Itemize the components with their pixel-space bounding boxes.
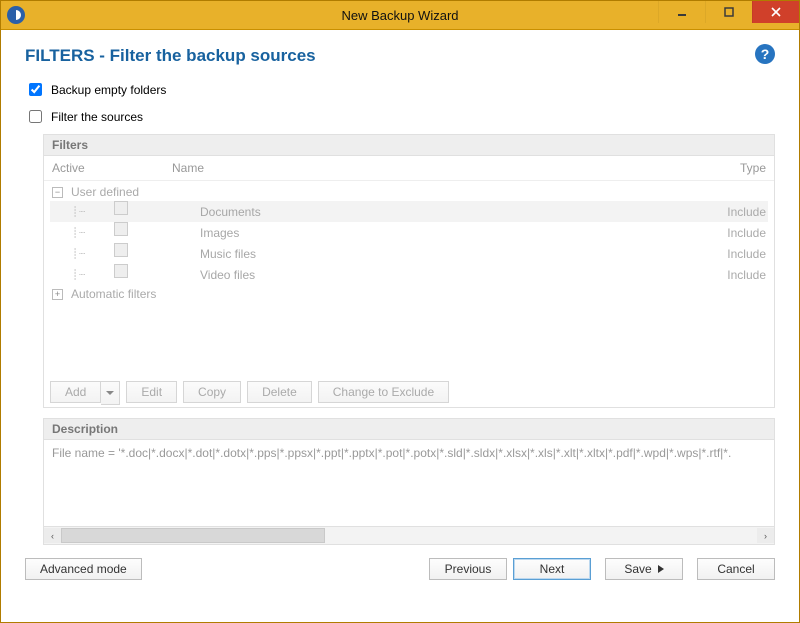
description-section-title: Description	[43, 418, 775, 439]
tree-connector-icon: ┊┈	[72, 204, 114, 222]
filters-header-row: Active Name Type	[44, 156, 774, 181]
group-automatic-filters-label: Automatic filters	[71, 285, 156, 303]
filter-row-video[interactable]: ┊┈ Video files Include	[50, 264, 768, 285]
filter-type: Include	[711, 266, 766, 284]
filter-the-sources-label: Filter the sources	[51, 110, 143, 124]
backup-empty-folders-input[interactable]	[29, 83, 42, 96]
chevron-down-icon	[106, 389, 114, 397]
group-user-defined[interactable]: − User defined	[50, 183, 768, 201]
page-heading: FILTERS - Filter the backup sources	[25, 46, 775, 66]
add-button-label: Add	[50, 381, 101, 403]
filter-type: Include	[711, 224, 766, 242]
minimize-button[interactable]	[658, 1, 705, 23]
next-button[interactable]: Next	[513, 558, 591, 580]
description-text: File name = '*.doc|*.docx|*.dot|*.dotx|*…	[52, 446, 731, 460]
row-checkbox[interactable]	[114, 264, 128, 278]
chevron-right-icon	[658, 565, 664, 573]
add-button[interactable]: Add	[50, 381, 120, 405]
column-active: Active	[52, 161, 172, 175]
filter-type: Include	[711, 245, 766, 263]
filter-the-sources-checkbox[interactable]: Filter the sources	[25, 107, 775, 126]
title-bar: New Backup Wizard	[1, 1, 799, 30]
row-checkbox[interactable]	[114, 201, 128, 215]
maximize-icon	[724, 7, 734, 17]
close-button[interactable]	[752, 1, 799, 23]
description-h-scrollbar[interactable]: ‹ ›	[43, 527, 775, 545]
group-user-defined-label: User defined	[71, 183, 139, 201]
client-area: ? FILTERS - Filter the backup sources Ba…	[1, 30, 799, 622]
column-type: Type	[716, 161, 766, 175]
filters-tree[interactable]: − User defined ┊┈ Documents Include ┊┈ I…	[44, 181, 774, 373]
save-button[interactable]: Save	[605, 558, 683, 580]
filters-section-title: Filters	[43, 134, 775, 155]
edit-button[interactable]: Edit	[126, 381, 177, 403]
expand-icon[interactable]: +	[52, 289, 63, 300]
close-icon	[771, 7, 781, 17]
save-button-label: Save	[624, 559, 651, 579]
scroll-track[interactable]	[61, 528, 757, 543]
scroll-left-button[interactable]: ‹	[44, 528, 61, 543]
filter-name: Video files	[132, 266, 707, 284]
window: New Backup Wizard ? FILTERS - Filter the…	[0, 0, 800, 623]
tree-connector-icon: ┊┈	[72, 246, 114, 264]
cancel-button[interactable]: Cancel	[697, 558, 775, 580]
backup-empty-folders-label: Backup empty folders	[51, 83, 166, 97]
group-automatic-filters[interactable]: + Automatic filters	[50, 285, 768, 303]
copy-button[interactable]: Copy	[183, 381, 241, 403]
wizard-footer: Advanced mode Previous Next Save Cancel	[25, 545, 775, 580]
change-to-exclude-button[interactable]: Change to Exclude	[318, 381, 449, 403]
row-checkbox[interactable]	[114, 222, 128, 236]
description-box: File name = '*.doc|*.docx|*.dot|*.dotx|*…	[43, 439, 775, 527]
filter-name: Music files	[132, 245, 707, 263]
help-button[interactable]: ?	[755, 44, 775, 64]
maximize-button[interactable]	[705, 1, 752, 23]
filter-type: Include	[711, 203, 766, 221]
minimize-icon	[677, 7, 687, 17]
filter-row-documents[interactable]: ┊┈ Documents Include	[50, 201, 768, 222]
backup-empty-folders-checkbox[interactable]: Backup empty folders	[25, 80, 775, 99]
previous-button[interactable]: Previous	[429, 558, 507, 580]
scroll-right-button[interactable]: ›	[757, 528, 774, 543]
delete-button[interactable]: Delete	[247, 381, 312, 403]
filters-panel: Active Name Type − User defined ┊┈ Docum…	[43, 155, 775, 408]
collapse-icon[interactable]: −	[52, 187, 63, 198]
column-name: Name	[172, 161, 716, 175]
tree-connector-icon: ┊┈	[72, 225, 114, 243]
add-button-dropdown[interactable]	[101, 381, 120, 405]
filter-row-images[interactable]: ┊┈ Images Include	[50, 222, 768, 243]
row-checkbox[interactable]	[114, 243, 128, 257]
filter-row-music[interactable]: ┊┈ Music files Include	[50, 243, 768, 264]
filter-name: Images	[132, 224, 707, 242]
filter-name: Documents	[132, 203, 707, 221]
app-icon	[7, 6, 25, 24]
tree-connector-icon: ┊┈	[72, 267, 114, 285]
advanced-mode-button[interactable]: Advanced mode	[25, 558, 142, 580]
scroll-thumb[interactable]	[61, 528, 325, 543]
filter-the-sources-input[interactable]	[29, 110, 42, 123]
